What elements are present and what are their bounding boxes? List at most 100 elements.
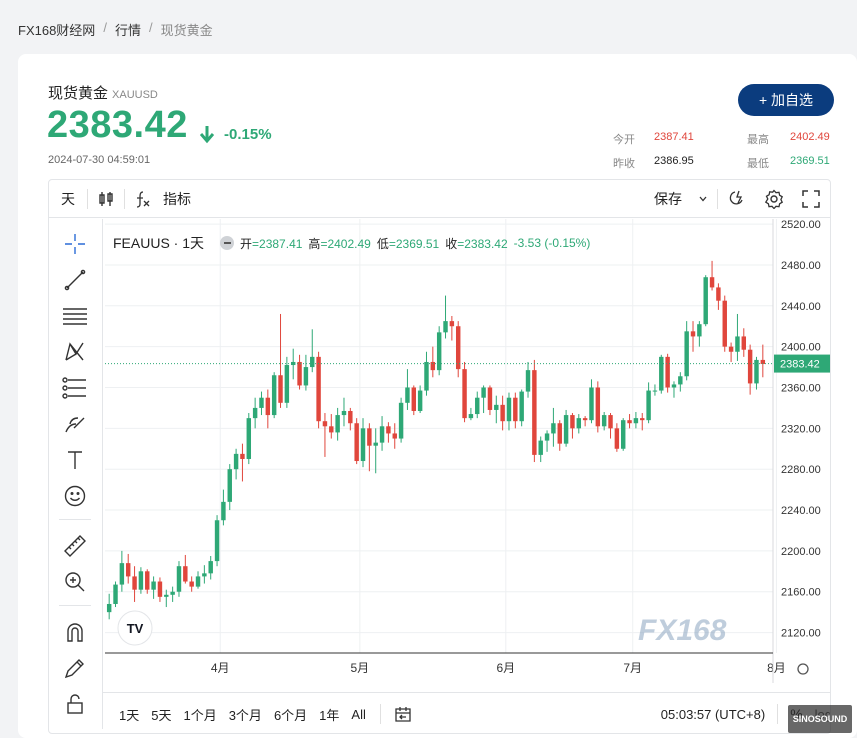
candle-body [671,384,677,388]
candle-body [398,402,404,439]
candle-body [449,321,455,327]
range-1y[interactable]: 1年 [319,705,339,724]
candle-body [633,418,639,424]
instrument-symbol: XAUUSD [112,89,158,101]
lock-icon[interactable] [59,689,91,719]
breadcrumb-section[interactable]: 行情 [115,20,141,39]
candle-body [614,428,620,449]
arrow-down-icon [199,124,215,150]
gear-icon[interactable] [756,180,792,217]
range-5d[interactable]: 5天 [151,705,171,724]
candle-body [164,594,169,597]
x-tick-label: 6月 [496,661,515,675]
candle-body [386,426,391,434]
candle-body [538,440,543,455]
breadcrumb-home[interactable]: FX168财经网 [18,20,95,39]
y-tick-label: 2440.00 [781,301,821,313]
candle-body [297,361,302,386]
candle-body [265,397,271,416]
range-1d[interactable]: 1天 [119,705,139,724]
interval-selector[interactable]: 天 [49,180,87,217]
price-change: -0.15% [224,126,272,143]
legend-instrument[interactable]: FEAUUS · 1天 [113,233,204,253]
indicators-button[interactable]: 指标 [159,180,195,217]
candle-body [271,375,277,416]
quote-card: 现货黄金 XAUUSD 2383.42 -0.15% 2024-07-30 04:… [18,54,857,738]
candle-body [335,415,340,433]
chart-clock[interactable]: 05:03:57 (UTC+8) [661,707,765,722]
candle-body [202,573,207,577]
candle-body [278,375,283,403]
chart-legend: FEAUUS · 1天 开=2387.41 高=2402.49 低=2369.5… [113,233,590,253]
candle-body [132,576,137,590]
breadcrumb-separator: / [148,20,153,35]
quote-value-open: 2387.41 [654,131,694,143]
tradingview-logo-icon: TV [117,610,153,646]
quote-timestamp: 2024-07-30 04:59:01 [48,154,151,166]
candle-body [348,410,353,424]
candle-body [170,591,175,595]
candle-body [417,390,423,411]
y-tick-label: 2240.00 [781,505,821,517]
y-tick-label: 2120.00 [781,628,821,640]
candle-body [747,349,753,384]
candle-body [195,576,201,587]
range-3m[interactable]: 3个月 [229,705,262,724]
function-icon[interactable] [125,180,159,217]
candle-body [684,331,689,377]
candle-body [697,324,702,337]
chart-widget: 天 指标 保存 2120.00 2160.00 2200.00 2240.00 … [48,179,831,734]
candle-body [716,287,721,301]
price-chart[interactable]: 2120.00 2160.00 2200.00 2240.00 2280.00 2320.… [49,219,831,692]
candle-body [462,369,467,419]
candle-body [354,423,359,462]
candle-body [189,581,194,587]
candle-body [690,331,696,337]
candle-body [551,423,556,434]
add-watchlist-button[interactable]: + 加自选 [738,84,834,116]
candle-body [360,428,366,462]
y-tick-label: 2200.00 [781,546,821,558]
goto-date-icon[interactable] [393,704,413,724]
candle-body [582,418,588,421]
candle-body [640,418,645,421]
range-6m[interactable]: 6个月 [274,705,307,724]
quote-label-high: 最高 [747,134,769,146]
candle-body [519,391,524,422]
save-button[interactable]: 保存 [647,180,689,217]
candle-body [316,356,321,422]
candle-body [475,397,480,415]
y-tick-label: 2320.00 [781,423,821,435]
candle-body [405,387,410,403]
candle-body [259,397,264,408]
legend-open: =2387.41 [252,236,303,251]
candlestick-icon[interactable] [88,180,124,217]
candle-body [678,376,683,385]
candle-body [741,336,747,350]
collapse-icon[interactable] [220,236,235,250]
range-all[interactable]: All [351,707,365,722]
axis-settings-icon [797,663,809,675]
candle-body [113,584,118,604]
watermark-logo: FX168 [638,614,727,647]
candle-body [627,420,632,424]
y-tick-label: 2480.00 [781,260,821,272]
legend-low: =2369.51 [388,236,440,251]
range-1m[interactable]: 1个月 [183,705,216,724]
candle-body [576,418,582,429]
alert-icon[interactable] [718,180,756,217]
candle-body [310,356,315,368]
x-tick-label: 5月 [351,661,370,675]
candle-body [436,332,442,371]
candle-body [246,418,252,459]
fullscreen-icon[interactable] [792,180,830,217]
candle-body [157,581,163,597]
candle-body [443,321,448,333]
candle-body [214,520,220,562]
chevron-down-icon[interactable] [689,180,717,217]
range-bar: 1天 5天 1个月 3个月 6个月 1年 All 05:03:57 (UTC+8… [103,692,830,733]
candle-body [379,426,385,443]
candle-body [322,421,328,427]
candle-body [709,277,715,288]
candle-body [652,390,658,392]
